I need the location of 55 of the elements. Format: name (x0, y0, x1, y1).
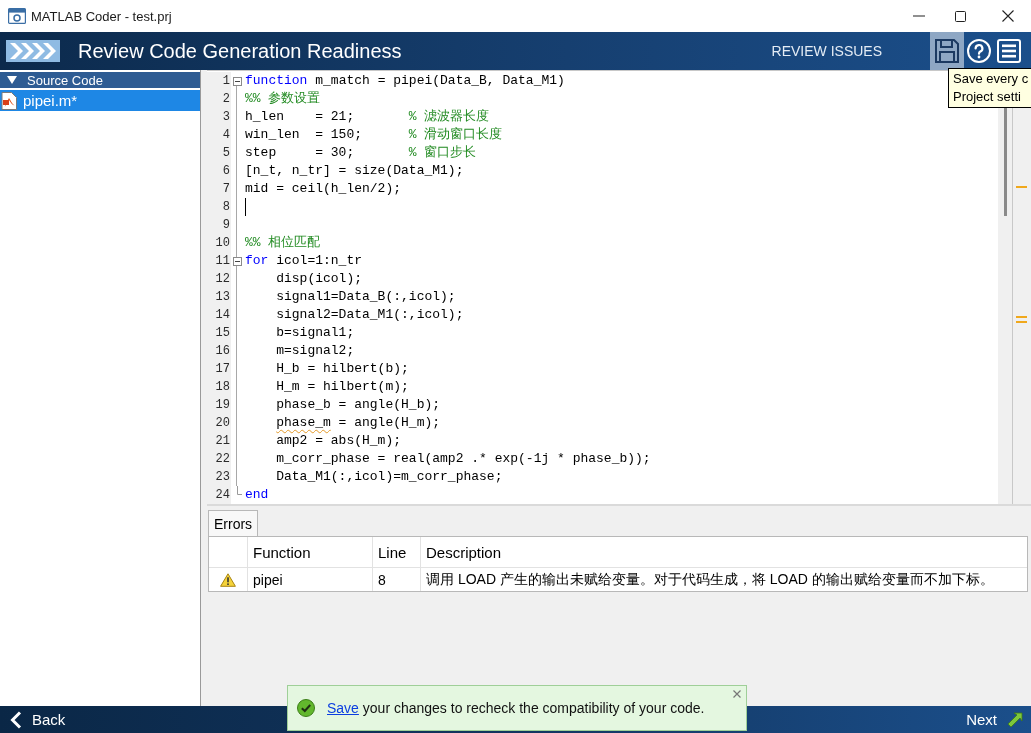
code-line: h_len = 21; % 滤波器长度 (245, 108, 490, 126)
code-line: phase_b = angle(H_b); (276, 396, 441, 414)
line-number: 7 (207, 180, 231, 198)
code-line: disp(icol); (276, 270, 363, 288)
window-title: MATLAB Coder - test.prj (31, 8, 172, 24)
line-number: 22 (207, 450, 231, 468)
line-number: 17 (207, 360, 231, 378)
table-cell: 8 (373, 568, 421, 591)
tooltip-text: Project setti (953, 88, 1021, 106)
line-number: 6 (207, 162, 231, 180)
line-number: 5 (207, 144, 231, 162)
line-number: 20 (207, 414, 231, 432)
line-number: 4 (207, 126, 231, 144)
code-line: end (245, 486, 269, 504)
code-line: phase_m = angle(H_m); (276, 414, 441, 432)
line-number: 15 (207, 324, 231, 342)
step-label: REVIEW ISSUES (771, 43, 882, 59)
line-number: 1 (207, 72, 231, 90)
code-line: m_corr_phase = real(amp2 .* exp(-1j * phase_b)); (276, 450, 651, 468)
code-line: Data_M1(:,icol)=m_corr_phase; (276, 468, 503, 486)
code-line: signal1=Data_B(:,icol); (276, 288, 456, 306)
line-number: 11 (207, 252, 231, 270)
line-number: 8 (207, 198, 231, 216)
step-title: Review Code Generation Readiness (78, 39, 402, 63)
code-line: amp2 = abs(H_m); (276, 432, 402, 450)
line-number: 3 (207, 108, 231, 126)
line-number: 9 (207, 216, 231, 234)
code-line: H_b = hilbert(b); (276, 360, 409, 378)
tooltip-text: Save every c (953, 70, 1029, 88)
line-number: 23 (207, 468, 231, 486)
line-number: 13 (207, 288, 231, 306)
line-number: 19 (207, 396, 231, 414)
line-number: 21 (207, 432, 231, 450)
line-number: 2 (207, 90, 231, 108)
line-number: 24 (207, 486, 231, 504)
line-number: 14 (207, 306, 231, 324)
line-number: 18 (207, 378, 231, 396)
code-line: m=signal2; (276, 342, 355, 360)
code-line: signal2=Data_M1(:,icol); (276, 306, 464, 324)
code-line: function m_match = pipei(Data_B, Data_M1) (245, 72, 565, 90)
code-line: step = 30; % 窗口步长 (245, 144, 477, 162)
code-line: for icol=1:n_tr (245, 252, 363, 270)
code-line: H_m = hilbert(m); (276, 378, 409, 396)
table-cell: pipei (248, 568, 373, 591)
code-line: mid = ceil(h_len/2); (245, 180, 402, 198)
table-cell-text: 调用 LOAD 产生的输出未赋给变量。对于代码生成，将 LOAD 的输出赋给变量而不加下标。 (425, 569, 995, 589)
code-line: %% 参数设置 (245, 90, 321, 108)
code-line: win_len = 150; % 滑动窗口长度 (245, 126, 503, 144)
code-line: b=signal1; (276, 324, 355, 342)
line-number: 12 (207, 270, 231, 288)
line-number: 16 (207, 342, 231, 360)
notification-message: Save your changes to recheck the compatibility of your code. (327, 700, 705, 716)
code-line: [n_t, n_tr] = size(Data_M1); (245, 162, 464, 180)
code-line: %% 相位匹配 (245, 234, 321, 252)
line-number: 10 (207, 234, 231, 252)
